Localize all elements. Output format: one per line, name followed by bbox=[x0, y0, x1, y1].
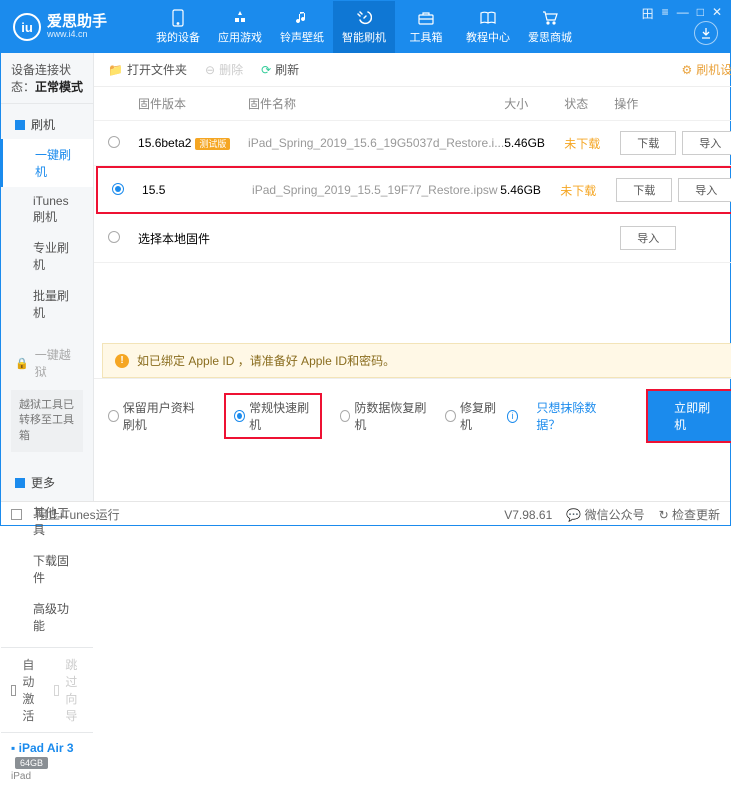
open-folder-button[interactable]: 📁打开文件夹 bbox=[108, 61, 187, 78]
maximize-icon[interactable]: □ bbox=[697, 5, 704, 22]
delete-icon: ⊖ bbox=[205, 63, 215, 77]
sidebar-item-oneclick[interactable]: 一键刷机 bbox=[1, 139, 93, 187]
radio-button[interactable] bbox=[340, 410, 351, 422]
update-icon: ↻ bbox=[659, 508, 669, 522]
sidebar-item-advanced[interactable]: 高级功能 bbox=[1, 593, 93, 641]
info-icon[interactable]: i bbox=[507, 410, 518, 423]
wechat-link[interactable]: 💬 微信公众号 bbox=[566, 506, 644, 523]
flash-now-button[interactable]: 立即刷机 bbox=[646, 389, 731, 443]
logo-icon: iu bbox=[13, 13, 41, 41]
sidebar-item-batch[interactable]: 批量刷机 bbox=[1, 280, 93, 328]
square-icon bbox=[15, 478, 25, 488]
download-button[interactable] bbox=[694, 21, 718, 45]
skip-guide-checkbox[interactable] bbox=[54, 685, 59, 696]
sidebar-item-pro[interactable]: 专业刷机 bbox=[1, 232, 93, 280]
radio-button[interactable] bbox=[108, 136, 120, 148]
radio-button[interactable] bbox=[445, 410, 456, 422]
nav-flash[interactable]: 智能刷机 bbox=[333, 1, 395, 53]
sidebar-group-more[interactable]: 更多 bbox=[1, 468, 93, 497]
auto-activate-checkbox[interactable] bbox=[11, 685, 16, 696]
sidebar-item-download[interactable]: 下载固件 bbox=[1, 545, 93, 593]
import-button[interactable]: 导入 bbox=[620, 226, 676, 250]
delete-button[interactable]: ⊖删除 bbox=[205, 61, 243, 78]
mode-normal[interactable]: 常规快速刷机 bbox=[224, 393, 321, 439]
menu-icon[interactable]: 田 bbox=[642, 5, 654, 22]
book-icon bbox=[479, 9, 497, 27]
check-update-link[interactable]: ↻ 检查更新 bbox=[659, 506, 720, 523]
app-name: 爱思助手 bbox=[47, 14, 107, 31]
radio-button[interactable] bbox=[108, 231, 120, 243]
toolbox-icon bbox=[417, 9, 435, 27]
radio-button[interactable] bbox=[234, 410, 245, 422]
nav-my-device[interactable]: 我的设备 bbox=[147, 1, 209, 53]
mode-anti-recovery[interactable]: 防数据恢复刷机 bbox=[340, 399, 428, 433]
gear-icon: ⚙ bbox=[681, 63, 692, 77]
grid-header: 固件版本 固件名称 大小 状态 操作 bbox=[94, 87, 731, 121]
mode-repair[interactable]: 修复刷机i bbox=[445, 399, 518, 433]
sidebar-group-flash[interactable]: 刷机 bbox=[1, 110, 93, 139]
music-icon bbox=[293, 9, 311, 27]
lock-icon: 🔒 bbox=[15, 357, 29, 370]
download-button[interactable]: 下载 bbox=[616, 178, 672, 202]
nav-ringtones[interactable]: 铃声壁纸 bbox=[271, 1, 333, 53]
close-icon[interactable]: ✕ bbox=[712, 5, 722, 22]
flash-icon bbox=[355, 9, 373, 27]
warning-bar: ! 如已绑定 Apple ID ，请准备好 Apple ID和密码。 ✕ bbox=[102, 343, 731, 378]
sidebar-item-itunes[interactable]: iTunes刷机 bbox=[1, 187, 93, 232]
download-button[interactable]: 下载 bbox=[620, 131, 676, 155]
device-status: 设备连接状态：正常模式 bbox=[1, 53, 93, 104]
apps-icon bbox=[231, 9, 249, 27]
nav-apps[interactable]: 应用游戏 bbox=[209, 1, 271, 53]
app-url: www.i4.cn bbox=[47, 30, 107, 40]
phone-icon bbox=[169, 9, 187, 27]
refresh-icon: ⟳ bbox=[261, 63, 271, 77]
app-logo: iu 爱思助手 www.i4.cn bbox=[13, 13, 107, 41]
import-button[interactable]: 导入 bbox=[678, 178, 731, 202]
import-button[interactable]: 导入 bbox=[682, 131, 731, 155]
wechat-icon: 💬 bbox=[566, 508, 581, 522]
folder-icon: 📁 bbox=[108, 63, 123, 77]
window-controls: 田 ≡ — □ ✕ bbox=[642, 5, 722, 22]
jailbreak-note: 越狱工具已转移至工具箱 bbox=[11, 390, 83, 452]
block-itunes-checkbox[interactable] bbox=[11, 509, 22, 520]
device-icon: ▪ bbox=[11, 741, 15, 755]
flash-settings-button[interactable]: ⚙刷机设置 bbox=[681, 61, 731, 78]
radio-button[interactable] bbox=[112, 183, 124, 195]
erase-data-link[interactable]: 只想抹除数据？ bbox=[536, 399, 610, 433]
version-label: V7.98.61 bbox=[504, 508, 552, 522]
options-icon[interactable]: ≡ bbox=[662, 5, 669, 22]
device-card[interactable]: ▪ iPad Air 3 64GB iPad bbox=[1, 732, 93, 790]
cart-icon bbox=[541, 9, 559, 27]
nav-tutorials[interactable]: 教程中心 bbox=[457, 1, 519, 53]
warning-icon: ! bbox=[115, 354, 129, 368]
firmware-row[interactable]: 15.6beta2测试版 iPad_Spring_2019_15.6_19G50… bbox=[94, 121, 731, 166]
nav-store[interactable]: 爱思商城 bbox=[519, 1, 581, 53]
minimize-icon[interactable]: — bbox=[677, 5, 689, 22]
nav-tabs: 我的设备 应用游戏 铃声壁纸 智能刷机 工具箱 教程中心 爱思商城 bbox=[147, 1, 581, 53]
square-icon bbox=[15, 120, 25, 130]
radio-button[interactable] bbox=[108, 410, 119, 422]
local-firmware-row[interactable]: 选择本地固件 导入 bbox=[94, 214, 731, 263]
sidebar-group-jailbreak[interactable]: 🔒一键越狱 bbox=[1, 340, 93, 386]
mode-keep-data[interactable]: 保留用户资料刷机 bbox=[108, 399, 206, 433]
nav-toolbox[interactable]: 工具箱 bbox=[395, 1, 457, 53]
refresh-button[interactable]: ⟳刷新 bbox=[261, 61, 299, 78]
firmware-row[interactable]: 15.5 iPad_Spring_2019_15.5_19F77_Restore… bbox=[96, 166, 731, 214]
